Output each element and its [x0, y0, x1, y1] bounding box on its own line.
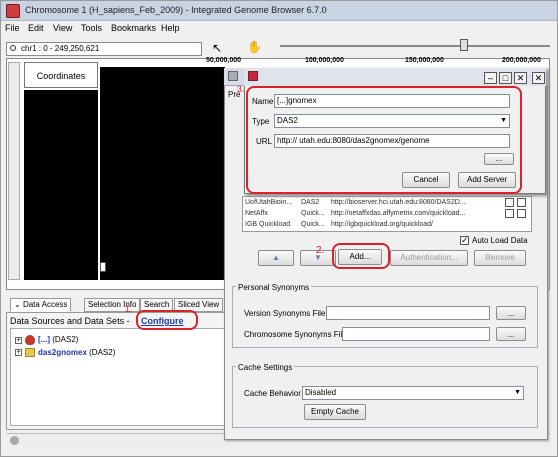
- expand-icon[interactable]: +: [15, 349, 22, 356]
- prefs-close-icon[interactable]: ✕: [532, 72, 545, 84]
- menu-file[interactable]: File: [5, 23, 20, 33]
- menu-view[interactable]: View: [53, 23, 72, 33]
- minimize-icon[interactable]: –: [484, 72, 497, 84]
- table-row[interactable]: IGB Quickload Quick... http://igbquicklo…: [243, 220, 531, 230]
- server-table: UofUtahBioin... DAS2 http://bioserver.hc…: [242, 196, 532, 232]
- cache-behavior-label: Cache Behavior: [244, 389, 301, 398]
- authentication-button[interactable]: Authentication...: [390, 250, 468, 266]
- coordinates-track-label: Coordinates: [24, 62, 98, 88]
- version-synonyms-field[interactable]: [326, 306, 490, 320]
- version-synonyms-label: Version Synonyms File: [244, 309, 326, 318]
- zoom-slider-handle[interactable]: [460, 39, 468, 51]
- cache-settings-title: Cache Settings: [236, 363, 295, 372]
- menu-edit[interactable]: Edit: [28, 23, 44, 33]
- source-name[interactable]: [...]: [38, 335, 50, 344]
- table-row[interactable]: NetAffx Quick... http://netaffxdas.affym…: [243, 209, 531, 219]
- enable-checkbox[interactable]: [517, 209, 526, 218]
- step-3-annotation: 3.: [237, 84, 245, 94]
- step-2-annotation: 2.: [316, 245, 325, 256]
- select-arrow-icon[interactable]: ↖: [212, 41, 222, 55]
- source-type: (DAS2): [52, 335, 79, 344]
- tab-data-access[interactable]: ⌄ Data Access: [10, 298, 72, 312]
- heart-server-icon: [25, 335, 35, 345]
- ruler-tick-label: 100,000,000: [305, 57, 344, 64]
- zoom-slider-track[interactable]: [280, 45, 550, 47]
- empty-cache-button[interactable]: Empty Cache: [304, 404, 366, 420]
- maximize-icon[interactable]: □: [499, 72, 512, 84]
- data-sources-tree: + [...] (DAS2) + das2gnomex (DAS2): [10, 328, 226, 426]
- dialog-app-icon: [248, 71, 258, 81]
- menu-help[interactable]: Help: [161, 23, 180, 33]
- highlight-dialog: [246, 86, 522, 194]
- vertical-scrollbar[interactable]: [8, 62, 20, 280]
- move-up-button[interactable]: ▲: [258, 250, 294, 266]
- highlight-add-button: [332, 243, 390, 269]
- chromosome-synonyms-browse-button[interactable]: ...: [496, 327, 526, 341]
- enable-checkbox[interactable]: [517, 198, 526, 207]
- chromosome-synonyms-field[interactable]: [342, 327, 490, 341]
- ruler-tick-label: 50,000,000: [206, 57, 242, 64]
- step-1-annotation: 1.: [125, 304, 133, 314]
- scroll-thumb[interactable]: [100, 262, 106, 272]
- data-sources-label: Data Sources and Data Sets -: [10, 316, 130, 326]
- hand-pan-icon[interactable]: ✋: [247, 40, 262, 54]
- personal-synonyms-title: Personal Synonyms: [236, 283, 312, 292]
- version-synonyms-browse-button[interactable]: ...: [496, 306, 526, 320]
- auto-load-checkbox[interactable]: ✓: [460, 235, 469, 245]
- track-label-area: [24, 90, 98, 280]
- track-data-area: [100, 62, 225, 280]
- chromosome-synonyms-label: Chromosome Synonyms File: [244, 330, 347, 339]
- menu-tools[interactable]: Tools: [81, 23, 102, 33]
- folder-icon: [25, 348, 35, 357]
- expand-icon[interactable]: +: [15, 337, 22, 344]
- prefs-app-icon: [228, 71, 238, 81]
- cache-behavior-select[interactable]: Disabled ▼: [302, 386, 524, 400]
- highlight-configure: [136, 310, 198, 330]
- remove-button[interactable]: Remove: [474, 250, 526, 266]
- search-icon: [10, 45, 16, 51]
- close-icon[interactable]: ✕: [514, 72, 527, 84]
- ruler-tick-label: 200,000,000: [502, 57, 541, 64]
- menu-bookmarks[interactable]: Bookmarks: [111, 23, 156, 33]
- ruler-tick-label: 150,000,000: [405, 57, 444, 64]
- source-type: (DAS2): [89, 348, 116, 357]
- location-field[interactable]: chr1 : 0 - 249,250,621: [6, 42, 202, 56]
- auto-load-label: Auto Load Data: [472, 236, 528, 245]
- dropdown-arrow-icon: ▼: [514, 389, 521, 396]
- status-icon: [10, 436, 19, 445]
- enable-checkbox[interactable]: [505, 209, 514, 218]
- title-bar: Chromosome 1 (H_sapiens_Feb_2009) - Inte…: [1, 1, 557, 21]
- menu-bar: File Edit View Tools Bookmarks Help: [1, 21, 557, 37]
- enable-checkbox[interactable]: [505, 198, 514, 207]
- window-title: Chromosome 1 (H_sapiens_Feb_2009) - Inte…: [25, 5, 327, 15]
- table-row[interactable]: UofUtahBioin... DAS2 http://bioserver.hc…: [243, 198, 531, 208]
- igb-app-icon: [6, 4, 20, 18]
- source-name[interactable]: das2gnomex: [38, 348, 87, 357]
